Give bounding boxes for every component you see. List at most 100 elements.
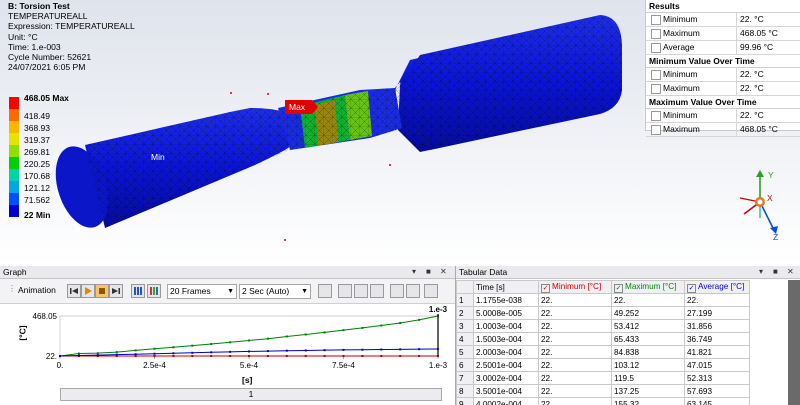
row-value: 468.05 °C (736, 27, 778, 40)
table-cell: 119.5 (611, 371, 685, 385)
average-column-header[interactable]: ✓ Average [°C] (684, 280, 750, 294)
table-row[interactable]: 8 3.5001e-004 22. 137.25 57.693 (456, 384, 750, 398)
settings-icon[interactable] (424, 284, 438, 298)
results-row: Maximum 22. °C (646, 82, 800, 96)
data-point (153, 352, 156, 355)
legend-label: 468.05 Max (24, 93, 69, 103)
table-row[interactable]: 4 1.5003e-004 22. 65.433 36.749 (456, 332, 750, 346)
row-key: Maximum (663, 83, 700, 93)
zoom-icon[interactable] (338, 284, 352, 298)
data-point (134, 349, 137, 352)
legend-swatch (9, 205, 19, 217)
legend-label: 269.81 (24, 147, 50, 157)
maximum-column-header[interactable]: ✓ Maximum [°C] (611, 280, 685, 294)
table-cell: 1.1755e-038 (473, 293, 539, 307)
result-checkbox[interactable] (651, 29, 661, 39)
row-index: 8 (456, 384, 474, 398)
info-line: Cycle Number: 52621 (8, 52, 92, 63)
data-point (210, 355, 213, 357)
previous-frame-icon[interactable] (67, 284, 81, 298)
results-row: Maximum 468.05 °C (646, 123, 800, 137)
autohide-icon[interactable]: ■ (426, 266, 431, 278)
min-over-time-header: Minimum Value Over Time (646, 55, 800, 68)
chart-options-icon[interactable] (370, 284, 384, 298)
table-row[interactable]: 9 4.0002e-004 22. 155.32 63.145 (456, 397, 750, 405)
result-checkbox[interactable] (651, 15, 661, 25)
model-viewport[interactable]: B: Torsion Test TEMPERATUREALL Expressio… (0, 0, 800, 264)
table-row[interactable]: 2 5.0008e-005 22. 49.252 27.199 (456, 306, 750, 320)
checkbox-checked-icon[interactable]: ✓ (687, 283, 696, 293)
data-point (134, 353, 137, 356)
x-tick-label: 2.5e-4 (143, 361, 166, 370)
table-row[interactable]: 1 1.1755e-038 22. 22. 22. (456, 293, 750, 307)
result-sets-icon[interactable] (147, 284, 161, 298)
graph-title: Graph (3, 267, 27, 277)
result-checkbox[interactable] (651, 70, 661, 80)
legend-label: 22 Min (24, 210, 51, 220)
graph-panel: Graph ▾ ■ ✕ Animation ⋮ 20 Frames ▼ 2 Sec… (0, 266, 456, 405)
row-value: 468.05 °C (736, 123, 778, 136)
table-row[interactable]: 3 1.0003e-004 22. 53.412 31.856 (456, 319, 750, 333)
result-checkbox[interactable] (651, 43, 661, 53)
info-line: Expression: TEMPERATUREALL (8, 21, 135, 32)
table-cell: 103.12 (611, 358, 685, 372)
data-point (418, 318, 421, 321)
temperature-chart[interactable]: 0. 2.5e-4 5.e-4 7.5e-4 1.e-3 468.05 22. 1.e-3 (0, 304, 452, 374)
result-checkbox[interactable] (651, 111, 661, 121)
legend-label: 368.93 (24, 123, 50, 133)
row-value: 22. °C (736, 68, 764, 81)
table-cell: 1.0003e-004 (473, 319, 539, 333)
data-point (266, 337, 269, 340)
data-point (323, 331, 326, 334)
checkbox-checked-icon[interactable]: ✓ (614, 283, 623, 293)
paste-icon[interactable] (406, 284, 420, 298)
axis-x-label: X (767, 193, 773, 203)
legend-swatch (9, 157, 19, 169)
results-row: Minimum 22. °C (646, 109, 800, 123)
info-line: Time: 1.e-003 (8, 41, 61, 52)
table-row[interactable]: 6 2.5001e-004 22. 103.12 47.015 (456, 358, 750, 372)
data-point (304, 349, 307, 352)
stop-icon[interactable] (95, 284, 109, 298)
frames-select[interactable]: 20 Frames ▼ (167, 284, 237, 299)
data-point (361, 355, 364, 357)
row-index: 3 (456, 319, 474, 333)
copy-icon[interactable] (390, 284, 404, 298)
duration-select[interactable]: 2 Sec (Auto) ▼ (239, 284, 311, 299)
autohide-icon[interactable]: ■ (773, 266, 778, 278)
data-point (399, 348, 402, 351)
next-frame-icon[interactable] (109, 284, 123, 298)
vertical-scrollbar[interactable] (788, 280, 800, 405)
close-icon[interactable]: ✕ (440, 266, 447, 278)
results-row: Average 99.96 °C (646, 41, 800, 55)
row-value: 22. °C (736, 109, 764, 122)
row-value: 22. °C (736, 13, 764, 26)
tabular-panel-header: Tabular Data ▾ ■ ✕ (456, 266, 800, 279)
fit-icon[interactable] (354, 284, 368, 298)
table-cell: 84.838 (611, 345, 685, 359)
column-label: Maximum [°C] (625, 281, 677, 291)
data-point (172, 355, 175, 357)
play-icon[interactable] (81, 284, 95, 298)
close-icon[interactable]: ✕ (787, 266, 794, 278)
table-row[interactable]: 5 2.0003e-004 22. 84.838 41.821 (456, 345, 750, 359)
timeline-bar[interactable]: 1 (60, 388, 442, 401)
result-checkbox[interactable] (651, 125, 661, 135)
frames-value: 20 Frames (170, 286, 211, 296)
result-checkbox[interactable] (651, 84, 661, 94)
pin-icon[interactable]: ▾ (412, 266, 416, 278)
export-video-icon[interactable] (318, 284, 332, 298)
distributed-frames-icon[interactable] (131, 284, 145, 298)
time-column-header[interactable]: Time [s] (473, 280, 539, 294)
checkbox-checked-icon[interactable]: ✓ (541, 283, 550, 293)
x-tick-label: 7.5e-4 (332, 361, 355, 370)
table-row[interactable]: 7 3.0002e-004 22. 119.5 52.313 (456, 371, 750, 385)
data-point (248, 355, 250, 357)
pin-icon[interactable]: ▾ (759, 266, 763, 278)
minimum-column-header[interactable]: ✓ Minimum [°C] (538, 280, 612, 294)
table-cell: 63.145 (684, 397, 750, 405)
coordinate-triad[interactable] (730, 168, 790, 238)
data-point (418, 355, 421, 357)
table-header-row: Time [s] ✓ Minimum [°C] ✓ Maximum [°C] ✓ Av… (456, 280, 750, 294)
results-header: Results (646, 0, 800, 13)
